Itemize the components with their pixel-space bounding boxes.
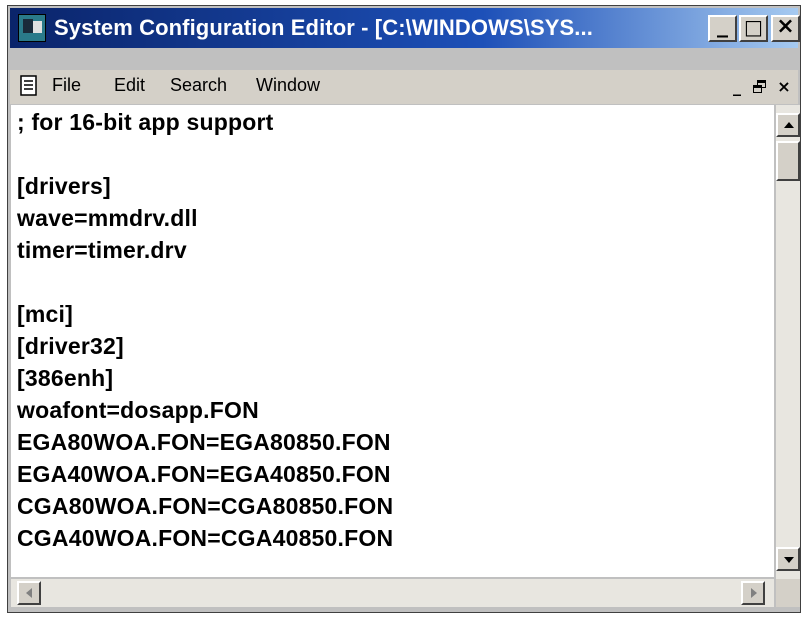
text-editor[interactable]: ; for 16-bit app support [drivers] wave=… bbox=[11, 105, 774, 577]
maximize-button[interactable]: □ bbox=[739, 15, 768, 42]
close-icon: × bbox=[776, 14, 795, 39]
text-line: EGA40WOA.FON=EGA40850.FON bbox=[17, 461, 391, 487]
title-bar[interactable]: System Configuration Editor - [C:\WINDOW… bbox=[10, 8, 800, 48]
text-line: CGA40WOA.FON=CGA40850.FON bbox=[17, 525, 394, 551]
scroll-right-button[interactable] bbox=[741, 581, 765, 605]
minimize-button[interactable]: _ bbox=[708, 13, 737, 42]
text-line: woafont=dosapp.FON bbox=[17, 397, 259, 423]
text-line: [drivers] bbox=[17, 173, 111, 199]
scroll-up-button[interactable] bbox=[776, 113, 800, 137]
scroll-left-button[interactable] bbox=[17, 581, 41, 605]
editor-window: System Configuration Editor - [C:\WINDOW… bbox=[7, 5, 801, 613]
text-line: [driver32] bbox=[17, 333, 124, 359]
down-arrow-icon bbox=[784, 557, 794, 563]
menu-edit[interactable]: Edit bbox=[114, 75, 145, 96]
menu-file[interactable]: File bbox=[52, 75, 81, 96]
doc-minimize-icon: _ bbox=[733, 77, 741, 96]
text-line: wave=mmdrv.dll bbox=[17, 205, 198, 231]
text-line: EGA80WOA.FON=EGA80850.FON bbox=[17, 429, 391, 455]
right-arrow-icon bbox=[751, 588, 757, 598]
document-icon[interactable] bbox=[18, 75, 40, 97]
doc-minimize-button[interactable]: _ bbox=[726, 77, 748, 97]
doc-restore-button[interactable] bbox=[749, 77, 771, 97]
text-line: timer=timer.drv bbox=[17, 237, 187, 263]
maximize-icon: □ bbox=[744, 15, 763, 39]
restore-icon bbox=[753, 80, 767, 94]
up-arrow-icon bbox=[784, 122, 794, 128]
text-line: CGA80WOA.FON=CGA80850.FON bbox=[17, 493, 394, 519]
scroll-down-button[interactable] bbox=[776, 547, 800, 571]
left-arrow-icon bbox=[26, 588, 32, 598]
minimize-icon: _ bbox=[717, 13, 728, 38]
horizontal-scrollbar[interactable] bbox=[11, 579, 774, 607]
text-line: ; for 16-bit app support bbox=[17, 109, 274, 135]
vertical-scrollbar[interactable] bbox=[776, 105, 800, 607]
close-button[interactable]: × bbox=[771, 14, 800, 42]
doc-close-icon: × bbox=[777, 77, 791, 96]
scroll-thumb[interactable] bbox=[776, 141, 800, 181]
text-line: [mci] bbox=[17, 301, 73, 327]
doc-close-button[interactable]: × bbox=[773, 77, 795, 97]
menu-window[interactable]: Window bbox=[256, 75, 320, 96]
menu-search[interactable]: Search bbox=[170, 75, 227, 96]
app-icon[interactable] bbox=[18, 14, 46, 42]
text-line: [386enh] bbox=[17, 365, 114, 391]
size-grip[interactable] bbox=[776, 579, 800, 607]
window-title: System Configuration Editor - [C:\WINDOW… bbox=[54, 15, 593, 40]
menu-bar: File Edit Search Window _ × bbox=[10, 70, 798, 104]
